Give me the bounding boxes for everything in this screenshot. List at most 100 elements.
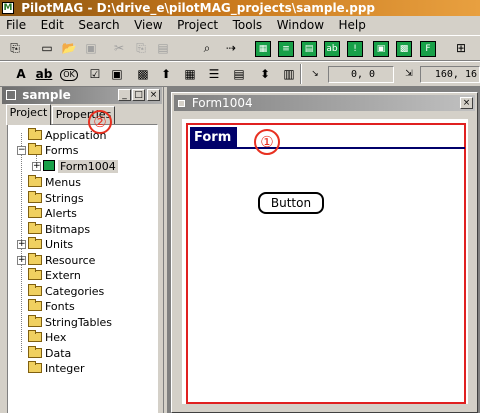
menu-window[interactable]: Window	[271, 16, 329, 33]
folder-icon	[28, 330, 42, 342]
button-tool-icon[interactable]: OK	[60, 69, 78, 81]
minimize-icon[interactable]: _	[118, 89, 131, 101]
tree-item-alerts[interactable]: Alerts	[28, 206, 77, 221]
position-readout: 0, 0	[328, 66, 394, 83]
form-icon	[43, 160, 55, 171]
scrollbar-tool-icon[interactable]: ⬍	[256, 66, 274, 83]
menu-search[interactable]: Search	[72, 16, 124, 33]
palm-form-title[interactable]: Form	[190, 127, 238, 148]
close-form-window-icon[interactable]: ×	[460, 97, 473, 109]
folder-icon	[28, 284, 42, 296]
close-icon[interactable]: ×	[147, 89, 160, 101]
size-icon: ⇲	[405, 69, 413, 79]
open-folder-icon[interactable]: 📂	[60, 40, 78, 57]
tree-item-resource[interactable]: Resource	[28, 253, 95, 268]
expand-units-icon[interactable]: +	[17, 240, 26, 249]
project-panel-title: sample	[22, 88, 71, 102]
standard-toolbar: ⎘ ▭ 📂 ▣ ✂ ⎘ ▤ ⌕ ⇢ ▦ ≡ ▤ ab ! ▣ ▩ F ⊞	[0, 35, 480, 61]
tree-item-forms[interactable]: Forms	[28, 143, 78, 158]
tree-item-bitmaps[interactable]: Bitmaps	[28, 222, 90, 237]
checkbox-tool-icon[interactable]: ☑	[86, 66, 104, 83]
folder-icon	[28, 191, 42, 203]
menu-view[interactable]: View	[128, 16, 167, 33]
font-resource-icon[interactable]: F	[420, 41, 436, 57]
paste-icon[interactable]: ▤	[154, 40, 172, 57]
bitmap-resource-icon[interactable]: ▣	[373, 41, 389, 57]
tree-item-strings[interactable]: Strings	[28, 191, 84, 206]
palm-button-control[interactable]: Button	[258, 192, 324, 214]
form-title-underline	[190, 147, 465, 149]
folder-icon	[28, 175, 42, 187]
table-tool-icon[interactable]: ▦	[181, 66, 199, 83]
graphic-button-tool-icon[interactable]: ▩	[134, 66, 152, 83]
project-icon	[6, 90, 16, 100]
list-resource-icon[interactable]: ▤	[301, 41, 317, 57]
callout-1: ①	[254, 129, 280, 155]
save-icon[interactable]: ▣	[82, 40, 100, 57]
string-resource-icon[interactable]: ab	[324, 41, 340, 57]
form-editor-window: Form1004 × Form Button ①	[171, 92, 478, 413]
tree-item-stringtables[interactable]: StringTables	[28, 315, 112, 330]
new-file-icon[interactable]: ▭	[38, 40, 56, 57]
folder-icon	[28, 222, 42, 234]
alert-resource-icon[interactable]: !	[347, 41, 363, 57]
slider-tool-icon[interactable]: ▥	[280, 66, 298, 83]
folder-icon	[28, 361, 42, 373]
cut-icon[interactable]: ✂	[110, 40, 128, 57]
tree-item-units[interactable]: Units	[28, 237, 73, 252]
expand-form1004-icon[interactable]: +	[32, 162, 41, 171]
mdi-workspace: Form1004 × Form Button ①	[167, 87, 480, 413]
menu-tools[interactable]: Tools	[227, 16, 268, 33]
copy-icon[interactable]: ⎘	[6, 40, 24, 57]
expand-resource-icon[interactable]: +	[17, 256, 26, 265]
folder-icon	[28, 128, 42, 140]
repeat-button-tool-icon[interactable]: ⬆	[157, 66, 175, 83]
maximize-icon[interactable]: □	[132, 89, 145, 101]
form-resource-icon[interactable]: ▦	[255, 41, 271, 57]
form-editor-titlebar[interactable]: Form1004	[174, 95, 475, 111]
field-tool-icon[interactable]: ab	[35, 66, 53, 83]
project-panel: sample _ □ × Project Properties Applicat…	[0, 87, 164, 413]
form-highlight-frame	[186, 123, 466, 404]
folder-icon	[28, 143, 42, 155]
tree-item-fonts[interactable]: Fonts	[28, 299, 75, 314]
tab-project[interactable]: Project	[6, 104, 51, 125]
menu-edit[interactable]: Edit	[35, 16, 69, 33]
controls-toolbar: A ab OK ☑ ▣ ▩ ⬆ ▦ ☰ ▤ ⬍ ▥ ↘ 0, 0 ⇲ 160, …	[0, 61, 480, 87]
find-next-icon[interactable]: ⇢	[222, 40, 240, 57]
form-editor-title: Form1004	[191, 96, 253, 110]
gadget-tool-icon[interactable]: ▤	[230, 66, 248, 83]
grid-icon[interactable]: ⊞	[452, 40, 470, 57]
tree-item-menus[interactable]: Menus	[28, 175, 81, 190]
menu-bar: File Edit Search View Project Tools Wind…	[0, 16, 480, 35]
label-tool-icon[interactable]: A	[12, 66, 30, 83]
tree-item-data[interactable]: Data	[28, 346, 71, 361]
menu-resource-icon[interactable]: ≡	[278, 41, 294, 57]
folder-icon	[28, 253, 42, 265]
list-tool-icon[interactable]: ☰	[205, 66, 223, 83]
folder-icon	[28, 315, 42, 327]
push-button-tool-icon[interactable]: ▣	[108, 66, 126, 83]
window-title: PilotMAG - D:\drive_e\pilotMAG_projects\…	[21, 1, 376, 15]
menu-file[interactable]: File	[0, 16, 31, 33]
folder-icon	[28, 299, 42, 311]
collapse-forms-icon[interactable]: −	[17, 146, 26, 155]
folder-icon	[28, 237, 42, 249]
position-icon: ↘	[311, 69, 319, 79]
folder-icon	[28, 346, 42, 358]
icon-resource-icon[interactable]: ▩	[396, 41, 412, 57]
window-titlebar[interactable]: M PilotMAG - D:\drive_e\pilotMAG_project…	[0, 0, 480, 16]
tree-item-hex[interactable]: Hex	[28, 330, 66, 345]
callout-2: ②	[88, 110, 112, 134]
size-readout: 160, 16	[420, 66, 480, 83]
menu-project[interactable]: Project	[171, 16, 223, 33]
tree-item-form1004[interactable]: Form1004	[43, 159, 118, 174]
tree-item-categories[interactable]: Categories	[28, 284, 104, 299]
menu-help[interactable]: Help	[333, 16, 371, 33]
window-system-icon	[178, 100, 185, 107]
tree-item-integer[interactable]: Integer	[28, 361, 85, 376]
copy-disabled-icon[interactable]: ⎘	[132, 40, 150, 57]
find-icon[interactable]: ⌕	[198, 40, 216, 57]
project-tree[interactable]: Application − Forms + Form1004 Menus Str…	[7, 124, 158, 413]
tree-item-extern[interactable]: Extern	[28, 268, 81, 283]
